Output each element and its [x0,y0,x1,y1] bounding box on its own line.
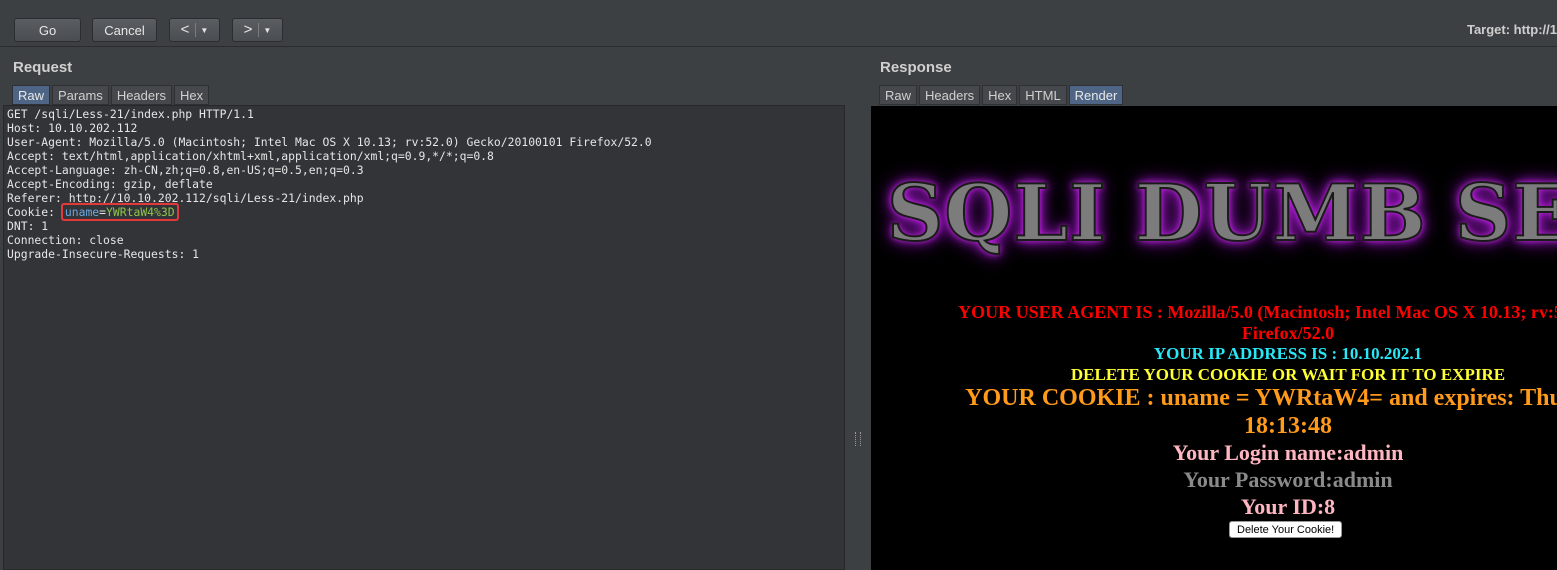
tab-hex[interactable]: Hex [173,85,210,105]
forward-arrow-icon: > [244,22,260,37]
forward-button[interactable]: > ▼ [232,18,283,42]
cancel-button[interactable]: Cancel [92,18,157,42]
delete-cookie-button[interactable]: Delete Your Cookie! [1229,521,1343,538]
go-button[interactable]: Go [14,18,81,42]
delete-cookie-notice: DELETE YOUR COOKIE OR WAIT FOR IT TO EXP… [1070,365,1506,384]
login-name-text: Your Login name:admin [1172,440,1404,465]
response-render-view: SQLI DUMB SE YOUR USER AGENT IS : Mozill… [871,106,1557,570]
header-accept-language: Accept-Language: zh-CN,zh;q=0.8,en-US;q=… [7,163,364,177]
cookie-expiry-time: 18:13:48 [1244,413,1332,439]
ip-address-text: YOUR IP ADDRESS IS : 10.10.202.1 [1153,344,1423,363]
forward-dropdown-icon[interactable]: ▼ [263,26,271,35]
cookie-text: YOUR COOKIE : uname = YWRtaW4= and expir… [965,385,1557,411]
tab-raw[interactable]: Raw [879,85,918,105]
header-host: Host: 10.10.202.112 [7,121,138,135]
tab-hex[interactable]: Hex [982,85,1018,105]
request-editor[interactable]: GET /sqli/Less-21/index.php HTTP/1.1 Hos… [3,105,845,570]
back-button[interactable]: < ▼ [169,18,220,42]
cookie-name: uname [64,205,100,219]
password-text: Your Password:admin [1183,467,1393,492]
header-user-agent: User-Agent: Mozilla/5.0 (Macintosh; Inte… [7,135,652,149]
header-upgrade-insecure: Upgrade-Insecure-Requests: 1 [7,247,200,261]
back-dropdown-icon[interactable]: ▼ [200,26,208,35]
request-tabs: Raw Params Headers Hex [12,85,210,105]
cookie-equals: = [99,205,107,219]
cookie-value: YWRtaW4%3D [106,205,175,219]
toolbar: Go Cancel < ▼ > ▼ Target: http://1 [0,0,1557,47]
tab-headers[interactable]: Headers [110,85,172,105]
header-accept: Accept: text/html,application/xhtml+xml,… [7,149,494,163]
header-dnt: DNT: 1 [7,219,49,233]
request-title: Request [13,59,73,76]
response-title: Response [880,59,952,76]
sqli-banner: SQLI DUMB SE [886,167,1557,260]
back-arrow-icon: < [181,22,197,37]
cookie-highlight: uname=YWRtaW4%3D [60,203,179,221]
tab-html[interactable]: HTML [1019,85,1067,105]
user-agent-text: YOUR USER AGENT IS : Mozilla/5.0 (Macint… [958,302,1557,322]
user-agent-text-cont: Firefox/52.0 [1241,323,1335,343]
request-line: GET /sqli/Less-21/index.php HTTP/1.1 [7,107,254,121]
response-tabs: Raw Headers Hex HTML Render [879,85,1124,105]
cookie-label: Cookie: [7,205,62,219]
tab-headers[interactable]: Headers [919,85,981,105]
header-accept-encoding: Accept-Encoding: gzip, deflate [7,177,213,191]
tab-raw[interactable]: Raw [12,85,51,105]
tab-render[interactable]: Render [1068,85,1124,105]
header-connection: Connection: close [7,233,124,247]
header-cookie: Cookie: uname=YWRtaW4%3D [7,203,844,221]
target-label[interactable]: Target: http://1 [1467,22,1557,37]
user-id-text: Your ID:8 [1240,494,1336,519]
tab-params[interactable]: Params [52,85,109,105]
panel-splitter-handle[interactable] [855,432,861,446]
